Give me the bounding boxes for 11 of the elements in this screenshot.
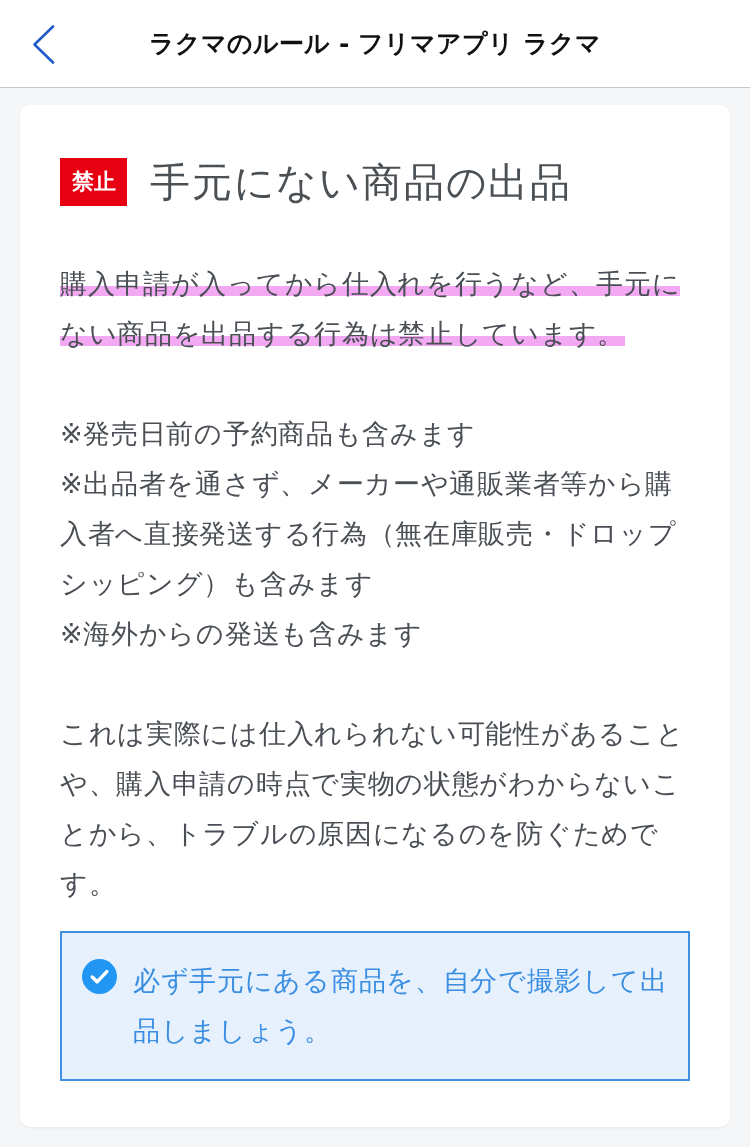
prohibited-badge: 禁止 xyxy=(60,158,127,206)
note-text: ※発売日前の予約商品も含みます xyxy=(60,417,478,451)
chevron-left-icon xyxy=(32,24,56,64)
check-circle-icon xyxy=(82,959,117,994)
note-text: ※海外からの発送も含みます xyxy=(60,617,424,651)
paragraph-text: 購入申請が入ってから仕入れを行うなど、手元にない商品を出品する行為は禁止しています。 xyxy=(60,267,682,351)
rule-title: 手元にない商品の出品 xyxy=(150,158,572,206)
tip-text: 必ず手元にある商品を、自分で撮影して出品しましょう。 xyxy=(133,964,669,1048)
note-text: ※出品者を通さず、メーカーや通販業者等から購入者へ直接発送する行為（無在庫販売・ドロップシッピング）も含みます xyxy=(60,467,678,601)
page-title: ラクマのルール - フリマアプリ ラクマ xyxy=(149,28,601,60)
paragraph-text: これは実際には仕入れられない可能性があることや、購入申請の時点で実物の状態がわからないことから、トラブルの原因になるのを防ぐためです。 xyxy=(60,717,686,901)
